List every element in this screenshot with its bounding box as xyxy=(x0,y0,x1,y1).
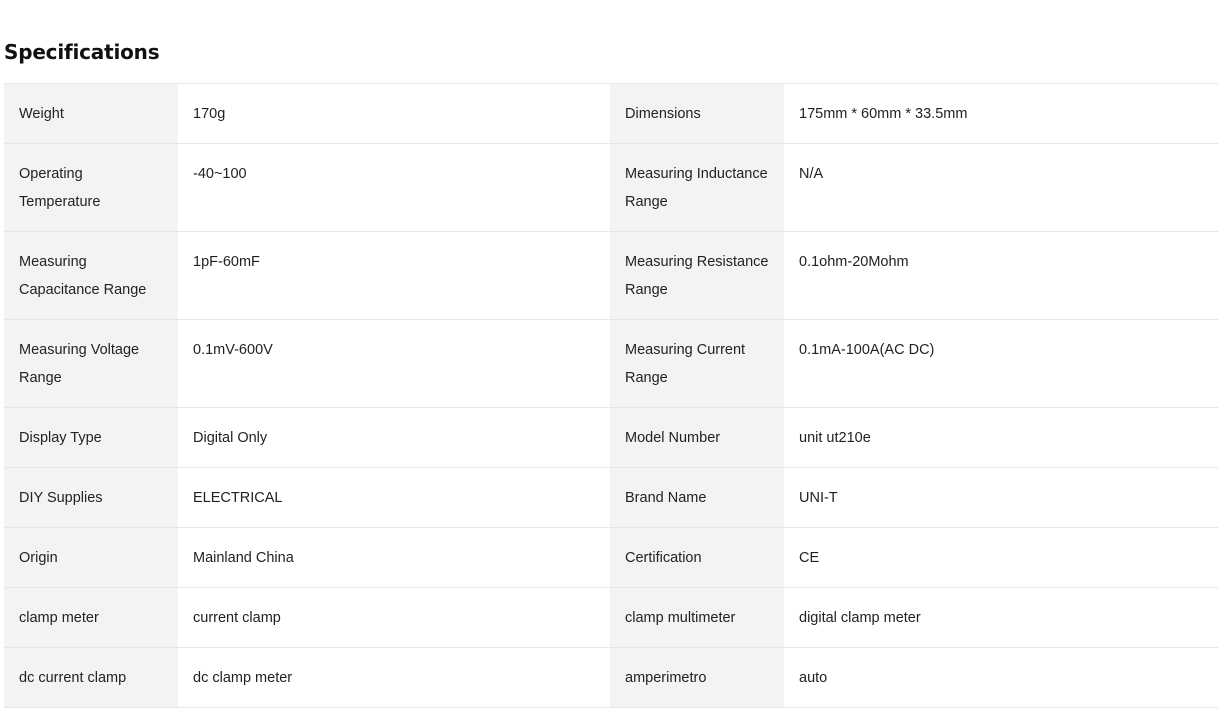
spec-label: Origin xyxy=(4,528,178,587)
table-row: Weight 170g Dimensions 175mm * 60mm * 33… xyxy=(4,84,1218,144)
spec-label: clamp meter xyxy=(4,588,178,647)
table-row: DIY Supplies ELECTRICAL Brand Name UNI-T xyxy=(4,468,1218,528)
table-row: dc current clamp dc clamp meter amperime… xyxy=(4,648,1218,708)
spec-value: UNI-T xyxy=(799,490,838,506)
spec-value: ELECTRICAL xyxy=(193,490,283,506)
table-row: Operating Temperature -40~100 Measuring … xyxy=(4,144,1218,232)
spec-label: Certification xyxy=(610,528,784,587)
spec-value: dc clamp meter xyxy=(193,670,293,686)
page-title: Specifications xyxy=(4,40,160,64)
spec-value: unit ut210e xyxy=(799,430,871,446)
spec-label: Brand Name xyxy=(610,468,784,527)
spec-value: 1pF-60mF xyxy=(193,254,260,270)
spec-label: amperimetro xyxy=(610,648,784,707)
spec-label: Measuring Capacitance Range xyxy=(4,232,178,319)
spec-value: Mainland China xyxy=(193,550,294,566)
spec-label: Measuring Voltage Range xyxy=(4,320,178,407)
table-row: Measuring Voltage Range 0.1mV-600V Measu… xyxy=(4,320,1218,408)
spec-value: 0.1mV-600V xyxy=(193,342,273,358)
spec-value: 0.1mA-100A(AC DC) xyxy=(799,342,935,358)
spec-value: 175mm * 60mm * 33.5mm xyxy=(799,106,968,122)
spec-label: Measuring Inductance Range xyxy=(610,144,784,231)
spec-value: 170g xyxy=(193,106,226,122)
spec-value: N/A xyxy=(799,166,824,182)
spec-value: auto xyxy=(799,670,828,686)
table-row: clamp meter current clamp clamp multimet… xyxy=(4,588,1218,648)
spec-value: digital clamp meter xyxy=(799,610,921,626)
spec-label: Display Type xyxy=(4,408,178,467)
table-row: Display Type Digital Only Model Number u… xyxy=(4,408,1218,468)
spec-value: -40~100 xyxy=(193,166,247,182)
spec-value: current clamp xyxy=(193,610,281,626)
spec-label: Measuring Current Range xyxy=(610,320,784,407)
spec-value: Digital Only xyxy=(193,430,268,446)
spec-label: DIY Supplies xyxy=(4,468,178,527)
spec-label: Weight xyxy=(4,84,178,143)
specifications-table: Weight 170g Dimensions 175mm * 60mm * 33… xyxy=(4,83,1218,708)
spec-label: Dimensions xyxy=(610,84,784,143)
table-row: Origin Mainland China Certification CE xyxy=(4,528,1218,588)
spec-label: dc current clamp xyxy=(4,648,178,707)
spec-value: 0.1ohm-20Mohm xyxy=(799,254,909,270)
spec-label: clamp multimeter xyxy=(610,588,784,647)
spec-label: Measuring Resistance Range xyxy=(610,232,784,319)
spec-value: CE xyxy=(799,550,820,566)
spec-label: Model Number xyxy=(610,408,784,467)
spec-label: Operating Temperature xyxy=(4,144,178,231)
table-row: Measuring Capacitance Range 1pF-60mF Mea… xyxy=(4,232,1218,320)
